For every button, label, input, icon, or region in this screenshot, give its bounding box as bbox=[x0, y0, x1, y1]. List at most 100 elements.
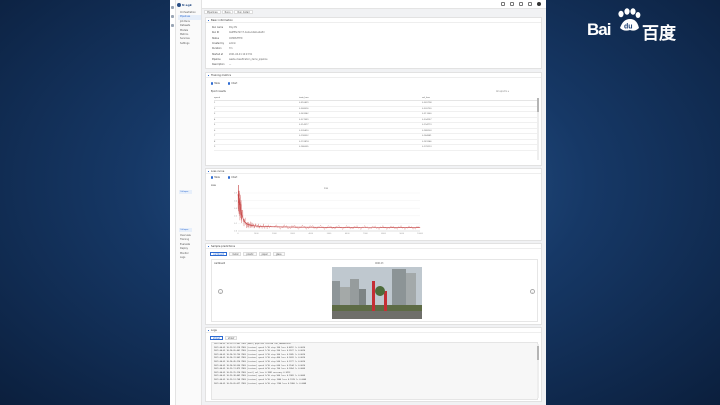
brand[interactable]: N agk bbox=[176, 2, 202, 8]
watermark-text-right: 百度 bbox=[642, 24, 676, 44]
info-row: Pipeline waste-classification_demo_pipeli… bbox=[212, 58, 267, 61]
panel-title: Sample predictions bbox=[206, 244, 541, 249]
collapse-button-secondary[interactable]: Collapse bbox=[179, 228, 192, 232]
y-tick-label: 0.5 bbox=[234, 193, 237, 195]
x-tick-label: 9000 bbox=[400, 233, 405, 235]
x-tick-label: 4000 bbox=[309, 233, 314, 235]
data-point bbox=[392, 227, 393, 228]
info-value: — bbox=[229, 63, 232, 67]
data-point bbox=[239, 204, 241, 205]
app-window: N agk Orchestration Pipelines Job Runs Data… bbox=[170, 0, 546, 405]
help-icon[interactable] bbox=[528, 2, 532, 6]
sidebar: N agk Orchestration Pipelines Job Runs Data… bbox=[176, 0, 202, 405]
log-scrollbar[interactable] bbox=[537, 344, 539, 398]
paw-icon: du bbox=[618, 8, 641, 31]
viewer-label: cardboard bbox=[214, 262, 226, 265]
info-row: Run name Poly-tfx bbox=[212, 26, 237, 29]
y-tick-label: 0.2 bbox=[234, 216, 237, 218]
sample-predictions-panel: Sample predictions cardboard metal plastic… bbox=[205, 243, 542, 325]
info-value: waste-classification_demo_pipeline bbox=[229, 57, 268, 61]
class-tab[interactable]: cardboard bbox=[210, 252, 228, 256]
x-tick-label: 0 bbox=[237, 233, 239, 235]
x-tick-label: 10000 bbox=[417, 233, 424, 235]
data-point bbox=[245, 222, 246, 223]
breadcrumb-item[interactable]: Runs bbox=[221, 10, 234, 14]
info-value: Poly-tfx bbox=[229, 26, 238, 29]
class-tab[interactable]: glass bbox=[272, 252, 285, 256]
breadcrumb-item[interactable]: Pipelines bbox=[204, 10, 221, 14]
info-value: COMPLETED bbox=[229, 36, 243, 40]
table-scrollbar[interactable] bbox=[537, 98, 539, 160]
next-arrow-icon[interactable]: › bbox=[530, 289, 535, 294]
table-cell: 9 bbox=[214, 144, 299, 151]
data-point bbox=[241, 214, 242, 215]
sidebar-item[interactable]: Settings bbox=[178, 42, 201, 46]
avatar[interactable] bbox=[537, 2, 541, 6]
table-row[interactable]: 9 0.186035 0.178113 bbox=[214, 144, 537, 151]
info-row: Duration 7m bbox=[212, 47, 233, 50]
x-tick-label: 7000 bbox=[363, 233, 368, 235]
data-point bbox=[255, 225, 257, 227]
series-line bbox=[237, 194, 420, 228]
data-point bbox=[240, 209, 241, 210]
collapse-button[interactable]: Collapse bbox=[179, 190, 192, 194]
home-icon[interactable] bbox=[171, 6, 174, 9]
log-console[interactable]: 2021-04-01 10:23:51,902 INFO [main] pipe… bbox=[211, 342, 538, 400]
data-point bbox=[237, 194, 239, 195]
metrics-table-panel: Training metrics Table Chart Epoch resul… bbox=[205, 72, 542, 166]
metrics-table: epoch train_loss val_loss 1 0.316429 0.269798… bbox=[214, 96, 537, 151]
info-value: 2021-04-01 10:23:51 bbox=[229, 52, 253, 56]
chart-label: Loss bbox=[211, 184, 216, 187]
class-tab[interactable]: metal bbox=[229, 252, 242, 256]
radio-chart[interactable]: Chart bbox=[228, 176, 237, 179]
breadcrumb: Pipelines Runs Run detail bbox=[204, 10, 253, 14]
data-point bbox=[292, 226, 293, 228]
info-row: Created by admin bbox=[212, 42, 236, 45]
sidebar-nav-secondary: Overview Training Evaluate Deploy Monitor Log… bbox=[178, 234, 201, 260]
prev-arrow-icon[interactable]: ‹ bbox=[218, 289, 223, 294]
class-tabs: cardboard metal plastic paper glass bbox=[210, 252, 285, 256]
log-tab[interactable]: stderr bbox=[224, 336, 238, 340]
info-label: Run name bbox=[212, 26, 224, 29]
data-point bbox=[249, 224, 251, 226]
search-icon[interactable] bbox=[501, 2, 505, 6]
epoch-filter[interactable]: All epochs ▾ bbox=[496, 90, 509, 93]
settings-icon[interactable] bbox=[519, 2, 523, 6]
x-tick-label: 3000 bbox=[290, 233, 295, 235]
data-point bbox=[246, 223, 248, 225]
panel-title: Logs bbox=[206, 328, 541, 333]
info-row: Description — bbox=[212, 63, 231, 66]
info-label: Created by bbox=[212, 41, 225, 45]
basic-info-panel: Basic information Run name Poly-tfx Run ID… bbox=[205, 17, 542, 69]
bell-icon[interactable] bbox=[510, 2, 514, 6]
logo-icon bbox=[177, 3, 181, 7]
data-point bbox=[301, 226, 302, 228]
data-point bbox=[328, 227, 330, 228]
breadcrumb-item[interactable]: Run detail bbox=[234, 10, 253, 14]
x-tick-label: 8000 bbox=[381, 233, 386, 235]
logs-panel: Logs stdout stderr 2021-04-01 10:23:51,90… bbox=[205, 327, 542, 402]
loss-chart: loss0.00.10.20.30.40.50 1000 2000 3000 4000 5… bbox=[234, 185, 424, 235]
data-point bbox=[410, 227, 412, 228]
radio-table[interactable]: Table bbox=[211, 82, 220, 85]
radio-table[interactable]: Table bbox=[211, 176, 220, 179]
class-tab[interactable]: plastic bbox=[243, 252, 257, 256]
table-cell: 0.178113 bbox=[422, 144, 537, 151]
folder-icon[interactable] bbox=[171, 24, 174, 27]
legend-label: loss bbox=[324, 187, 329, 190]
panel-title: Basic information bbox=[206, 18, 541, 23]
table-cell: 0.186035 bbox=[299, 144, 422, 151]
data-point bbox=[243, 219, 244, 220]
info-label: Description bbox=[212, 63, 225, 67]
radio-chart[interactable]: Chart bbox=[228, 82, 237, 85]
data-point bbox=[401, 227, 403, 228]
grid-icon[interactable] bbox=[171, 15, 174, 18]
data-point bbox=[356, 227, 357, 228]
table-subtitle: Epoch results bbox=[211, 90, 226, 93]
log-tab[interactable]: stdout bbox=[210, 336, 223, 340]
info-row: Run ID 0a0f5fe7b7c7-4a1a-b4a6-a2e8d bbox=[212, 31, 264, 34]
data-point bbox=[337, 227, 339, 228]
class-tab[interactable]: paper bbox=[258, 252, 271, 256]
sidebar-item[interactable]: Logs bbox=[178, 256, 201, 260]
data-point bbox=[419, 227, 421, 228]
